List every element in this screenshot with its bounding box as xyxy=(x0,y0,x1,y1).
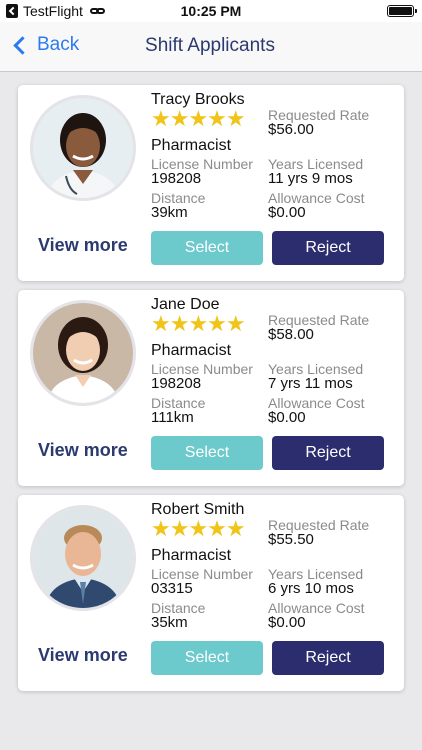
distance-value: 111km xyxy=(151,409,194,426)
allowance-cost-value: $0.00 xyxy=(268,614,306,631)
avatar-photo xyxy=(33,303,133,403)
rating-stars: ★★★★★ xyxy=(151,311,246,336)
status-time: 10:25 PM xyxy=(180,3,242,19)
license-number-value: 03315 xyxy=(151,580,193,597)
view-more-link[interactable]: View more xyxy=(38,440,128,461)
requested-rate-value: $58.00 xyxy=(268,326,314,343)
license-number-value: 198208 xyxy=(151,375,202,392)
avatar xyxy=(30,505,136,611)
distance-value: 35km xyxy=(151,614,188,631)
page-title: Shift Applicants xyxy=(145,35,275,56)
reject-button[interactable]: Reject xyxy=(272,641,384,675)
applicant-card: Tracy Brooks ★★★★★ Pharmacist Requested … xyxy=(18,85,404,281)
allowance-cost-value: $0.00 xyxy=(268,204,306,221)
applicant-card: Jane Doe ★★★★★ Pharmacist Requested Rate… xyxy=(18,290,404,486)
view-more-link[interactable]: View more xyxy=(38,235,128,256)
avatar xyxy=(30,95,136,201)
avatar-photo xyxy=(33,508,133,608)
applicant-card: Robert Smith ★★★★★ Pharmacist Requested … xyxy=(18,495,404,691)
rating-stars: ★★★★★ xyxy=(151,106,246,131)
avatar-photo xyxy=(33,98,133,198)
navigation-bar: Back Shift Applicants xyxy=(0,22,422,72)
reject-button[interactable]: Reject xyxy=(272,231,384,265)
license-number-value: 198208 xyxy=(151,170,202,187)
battery-icon xyxy=(387,5,417,17)
requested-rate-value: $56.00 xyxy=(268,121,314,138)
years-licensed-value: 6 yrs 10 mos xyxy=(268,580,354,597)
allowance-cost-value: $0.00 xyxy=(268,409,306,426)
select-button[interactable]: Select xyxy=(151,436,263,470)
select-button[interactable]: Select xyxy=(151,231,263,265)
applicant-role: Pharmacist xyxy=(151,342,232,359)
distance-value: 39km xyxy=(151,204,188,221)
applicant-role: Pharmacist xyxy=(151,547,232,564)
applicant-role: Pharmacist xyxy=(151,137,232,154)
rating-stars: ★★★★★ xyxy=(151,516,246,541)
years-licensed-value: 7 yrs 11 mos xyxy=(268,375,353,392)
select-button[interactable]: Select xyxy=(151,641,263,675)
status-bar: TestFlight 10:25 PM xyxy=(0,0,422,22)
requested-rate-value: $55.50 xyxy=(268,531,314,548)
years-licensed-value: 11 yrs 9 mos xyxy=(268,170,353,187)
reject-button[interactable]: Reject xyxy=(272,436,384,470)
avatar xyxy=(30,300,136,406)
view-more-link[interactable]: View more xyxy=(38,645,128,666)
